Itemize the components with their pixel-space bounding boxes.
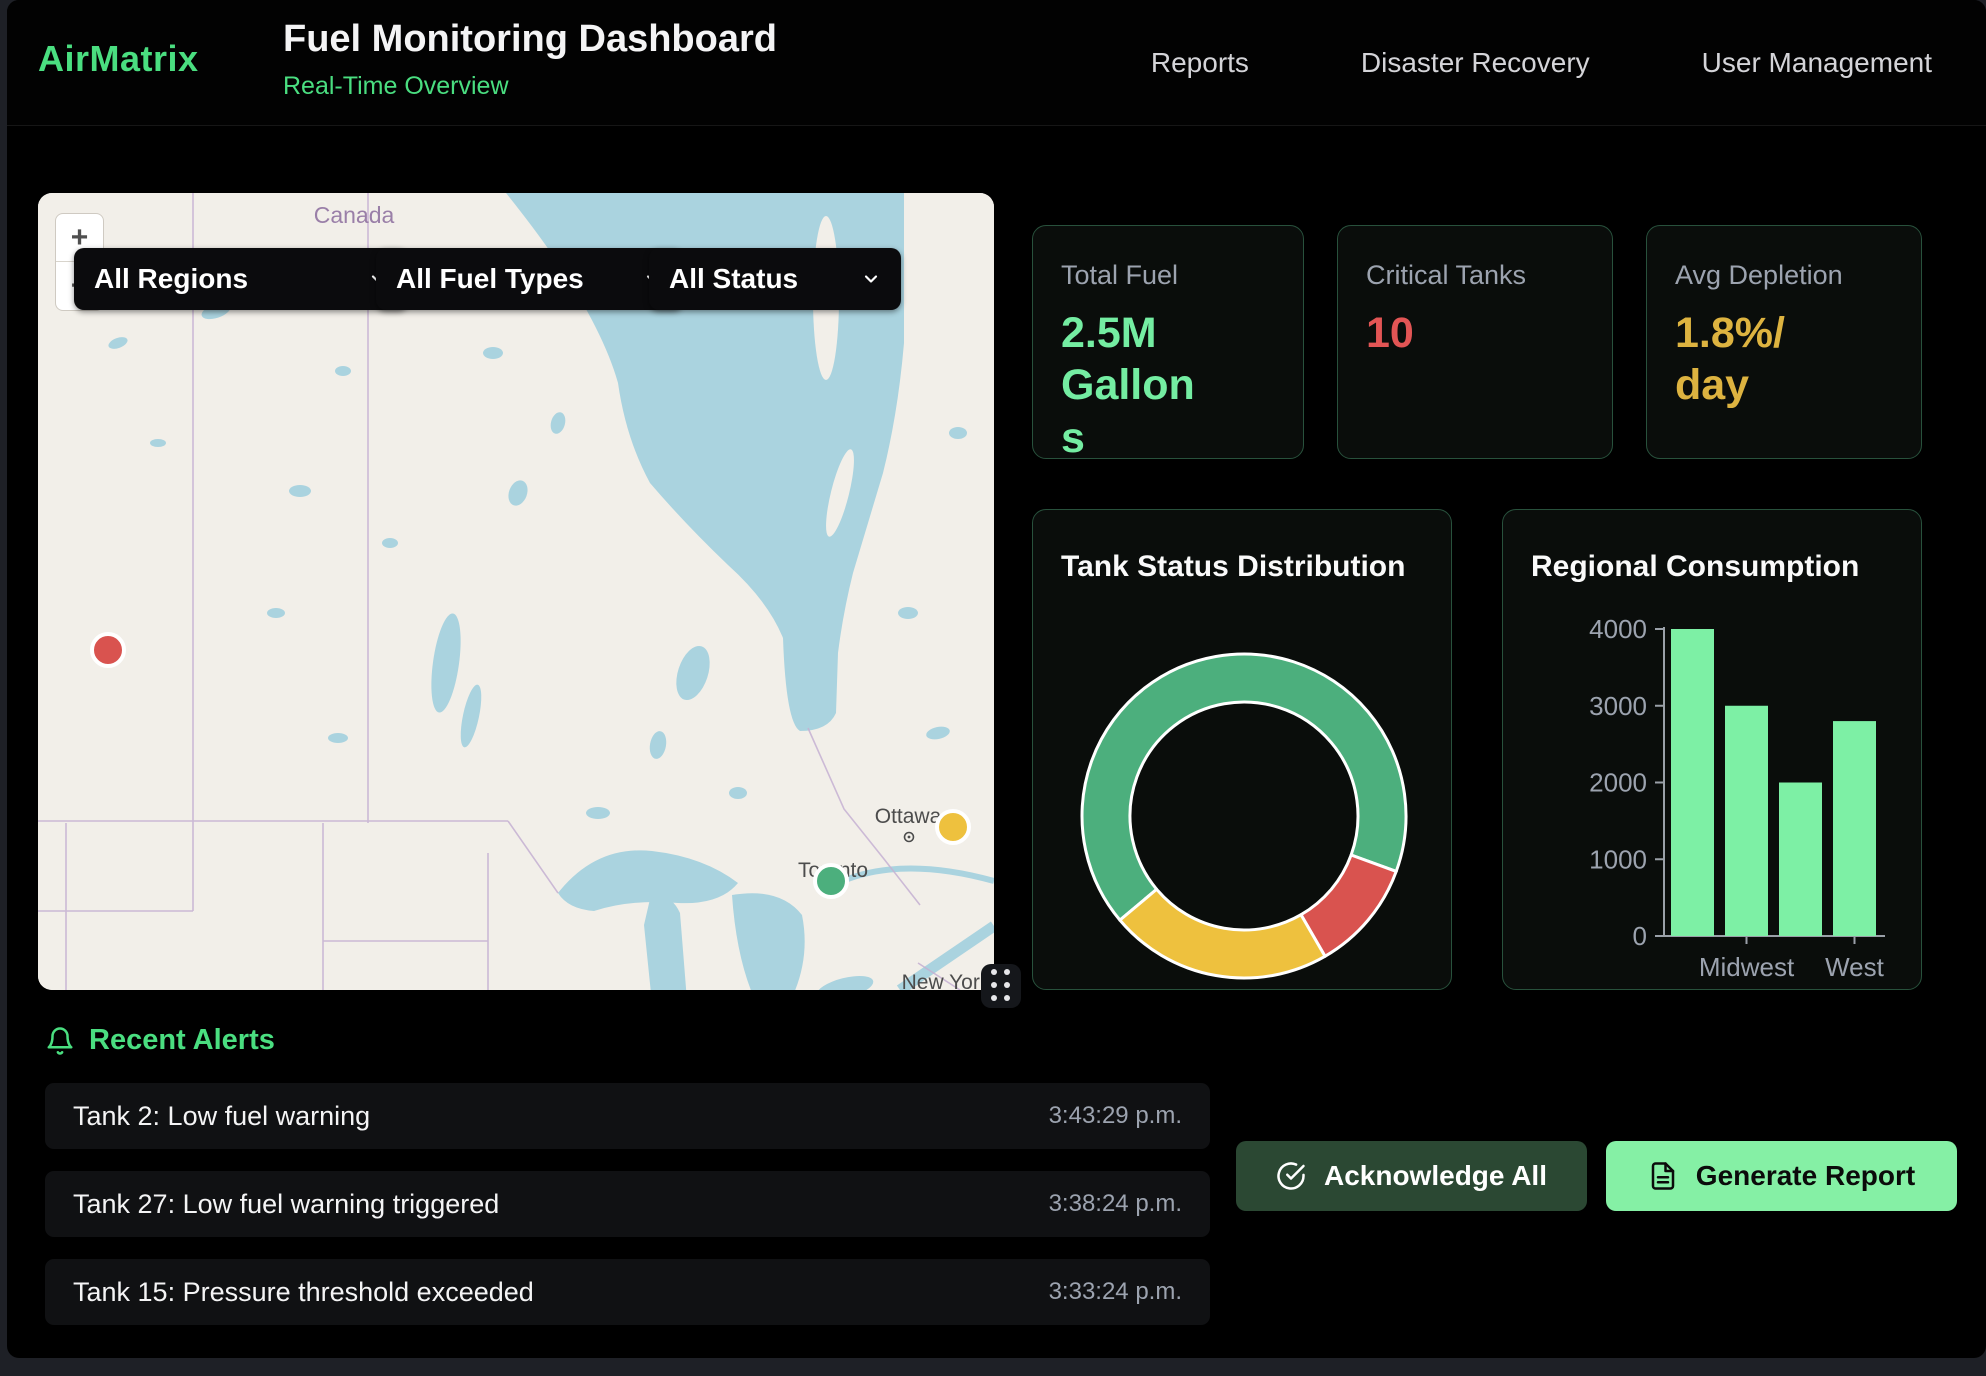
stat-card-avg-depletion: Avg Depletion 1.8%/day: [1646, 225, 1922, 459]
svg-text:1000: 1000: [1589, 844, 1647, 874]
donut-chart: [1033, 510, 1451, 989]
alert-text: Tank 27: Low fuel warning triggered: [73, 1189, 499, 1220]
map-canvas[interactable]: Canada Ottawa Toronto New York: [38, 193, 994, 990]
stat-value: 2.5M Gallons: [1061, 307, 1211, 464]
alerts-header: Recent Alerts: [45, 1024, 275, 1057]
filter-region-label: All Regions: [94, 263, 248, 295]
stat-label: Total Fuel: [1061, 260, 1275, 291]
check-circle-icon: [1276, 1161, 1306, 1191]
acknowledge-all-button[interactable]: Acknowledge All: [1236, 1141, 1587, 1211]
file-text-icon: [1648, 1161, 1678, 1191]
svg-text:2000: 2000: [1589, 768, 1647, 798]
bell-icon: [45, 1026, 75, 1056]
bar-chart: 0 1000 2000 3000 4000 Midwest West: [1503, 510, 1921, 989]
dashboard-window: AirMatrix Fuel Monitoring Dashboard Real…: [7, 0, 1986, 1358]
alert-row[interactable]: Tank 2: Low fuel warning 3:43:29 p.m.: [45, 1083, 1210, 1149]
stat-label: Critical Tanks: [1366, 260, 1584, 291]
app-header: AirMatrix Fuel Monitoring Dashboard Real…: [7, 0, 1986, 126]
marker-warning[interactable]: [937, 811, 969, 843]
svg-text:Midwest: Midwest: [1699, 952, 1795, 982]
map-panel: Canada Ottawa Toronto New York + − All R…: [38, 193, 994, 990]
filter-fuel-type-select[interactable]: All Fuel Types: [376, 248, 683, 310]
page-subtitle: Real-Time Overview: [283, 72, 509, 101]
nav-item-disaster-recovery[interactable]: Disaster Recovery: [1361, 47, 1590, 79]
bar-3: [1833, 721, 1876, 936]
panel-regional-consumption: Regional Consumption 01000200030004000Mi…: [1502, 509, 1922, 990]
generate-report-label: Generate Report: [1696, 1160, 1915, 1192]
svg-text:0: 0: [1633, 921, 1647, 951]
donut-segment-warning: [1120, 889, 1325, 978]
marker-normal[interactable]: [815, 865, 847, 897]
bar-2: [1779, 783, 1822, 937]
filter-status-label: All Status: [669, 263, 798, 295]
stat-label: Avg Depletion: [1675, 260, 1893, 291]
alerts-title: Recent Alerts: [89, 1024, 275, 1057]
bar-1: [1725, 706, 1768, 936]
city-label-new-york: New York: [902, 971, 991, 990]
alert-time: 3:43:29 p.m.: [1049, 1102, 1182, 1130]
bar-0: [1671, 629, 1714, 936]
nav-item-user-management[interactable]: User Management: [1702, 47, 1932, 79]
country-label-canada: Canada: [314, 202, 395, 228]
panel-tank-status-distribution: Tank Status Distribution: [1032, 509, 1452, 990]
alert-row[interactable]: Tank 15: Pressure threshold exceeded 3:3…: [45, 1259, 1210, 1325]
alert-text: Tank 2: Low fuel warning: [73, 1101, 370, 1132]
page-title: Fuel Monitoring Dashboard: [283, 18, 777, 61]
marker-critical[interactable]: [92, 634, 124, 666]
stat-card-critical-tanks: Critical Tanks 10: [1337, 225, 1613, 459]
ottawa-town-dot: [908, 836, 911, 839]
filter-fuel-type-label: All Fuel Types: [396, 263, 584, 295]
filter-region-select[interactable]: All Regions: [74, 248, 408, 310]
alert-text: Tank 15: Pressure threshold exceeded: [73, 1277, 534, 1308]
filter-status-select[interactable]: All Status: [649, 248, 901, 310]
stat-value: 1.8%/day: [1675, 307, 1795, 412]
alert-time: 3:38:24 p.m.: [1049, 1190, 1182, 1218]
app-logo: AirMatrix: [38, 38, 199, 80]
city-label-ottawa: Ottawa: [875, 805, 942, 828]
chevron-down-icon: [861, 269, 881, 289]
alert-row[interactable]: Tank 27: Low fuel warning triggered 3:38…: [45, 1171, 1210, 1237]
map-drag-handle[interactable]: [981, 964, 1021, 1008]
main-nav: Reports Disaster Recovery User Managemen…: [1151, 0, 1932, 125]
svg-text:West: West: [1825, 952, 1885, 982]
nav-item-reports[interactable]: Reports: [1151, 47, 1249, 79]
svg-text:4000: 4000: [1589, 614, 1647, 644]
alert-time: 3:33:24 p.m.: [1049, 1278, 1182, 1306]
svg-text:3000: 3000: [1589, 691, 1647, 721]
stat-value: 10: [1366, 307, 1584, 359]
acknowledge-all-label: Acknowledge All: [1324, 1160, 1547, 1192]
generate-report-button[interactable]: Generate Report: [1606, 1141, 1957, 1211]
stat-card-total-fuel: Total Fuel 2.5M Gallons: [1032, 225, 1304, 459]
